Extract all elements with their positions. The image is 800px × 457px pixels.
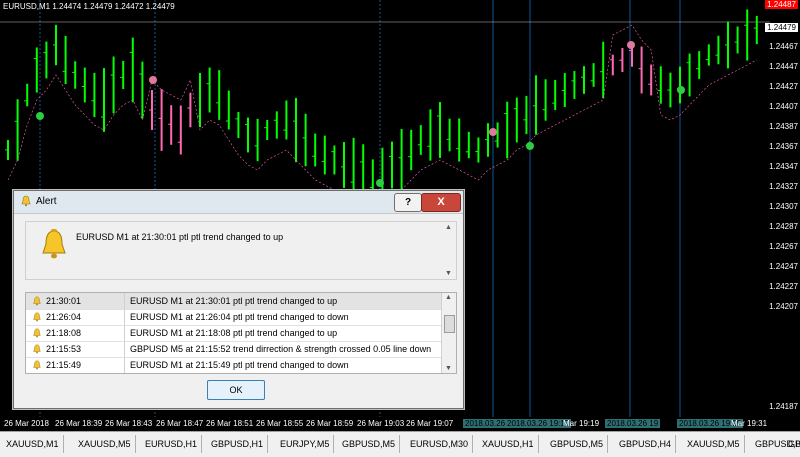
alert-history-list[interactable]: 21:15:49 EURUSD M1 at 21:15:49 ptl ptl tr…: [25, 292, 457, 374]
trend-signal-dot: [489, 128, 497, 136]
bell-icon: [33, 296, 41, 306]
column-divider: [124, 309, 125, 325]
price-label: 1.24227: [769, 282, 798, 291]
price-label: 1.24447: [769, 62, 798, 71]
price-label: 1.24367: [769, 142, 798, 151]
help-button[interactable]: ?: [394, 193, 422, 212]
chart-tab[interactable]: GBPI: [784, 435, 800, 453]
price-label: 1.24307: [769, 202, 798, 211]
chart-tab[interactable]: XAUUSD,M5: [683, 435, 745, 453]
scroll-up-icon[interactable]: ▲: [445, 224, 452, 231]
price-label: 1.24187: [769, 402, 798, 411]
alert-row[interactable]: 21:15:49 EURUSD M1 at 21:15:49 ptl ptl tr…: [26, 357, 442, 373]
time-label: 2018.03.26: [463, 419, 508, 428]
time-label: 26 Mar 18:43: [105, 419, 153, 428]
alert-row-text: EURUSD M1 at 21:30:01 ptl ptl trend chan…: [130, 296, 338, 306]
trend-signal-dot: [36, 112, 44, 120]
time-label: 2018.03.26 19:17: [505, 419, 572, 428]
column-divider: [124, 357, 125, 373]
price-axis: 1.24487 1.24479 1.24467 1.24447 1.24427 1.244…: [765, 0, 800, 417]
trend-signal-dot: [526, 142, 534, 150]
scroll-down-icon[interactable]: ▼: [445, 270, 452, 277]
column-divider: [124, 341, 125, 357]
chart-tab[interactable]: GBPUSD,M5: [546, 435, 609, 453]
trend-signal-dot: [677, 86, 685, 94]
time-label: 26 Mar 18:55: [256, 419, 304, 428]
list-scroll-up-icon[interactable]: ▲: [445, 294, 452, 301]
alert-row-text: EURUSD M1 at 21:26:04 ptl ptl trend chan…: [130, 312, 349, 322]
price-label: 1.24327: [769, 182, 798, 191]
chart-tab[interactable]: EURUSD,M30: [406, 435, 474, 453]
price-label: 1.24387: [769, 122, 798, 131]
time-label: 26 Mar 18:39: [55, 419, 103, 428]
chart-tab[interactable]: GBPUSD,M5: [338, 435, 401, 453]
time-label: 26 Mar 19:03: [357, 419, 405, 428]
list-scrollbar[interactable]: ▲ ▼: [441, 293, 456, 373]
alert-row-text: GBPUSD M5 at 21:15:52 trend dirrection &…: [130, 344, 432, 354]
price-label: 1.24287: [769, 222, 798, 231]
bell-icon: [33, 328, 41, 338]
alert-message-text: EURUSD M1 at 21:30:01 ptl ptl trend chan…: [76, 232, 284, 242]
alert-row[interactable]: 21:26:04 EURUSD M1 at 21:26:04 ptl ptl tr…: [26, 309, 442, 326]
list-scroll-down-icon[interactable]: ▼: [445, 365, 452, 372]
chart-tab[interactable]: XAUUSD,M1: [2, 435, 64, 453]
price-label: 1.24247: [769, 262, 798, 271]
ok-button[interactable]: OK: [207, 380, 265, 400]
trend-signal-dot: [627, 41, 635, 49]
chart-tab[interactable]: EURUSD,H1: [141, 435, 203, 453]
alert-row[interactable]: 21:18:08 EURUSD M1 at 21:18:08 ptl ptl tr…: [26, 325, 442, 342]
alert-row-text: EURUSD M1 at 21:15:49 ptl ptl trend chan…: [130, 360, 349, 370]
chart-symbol-title: EURUSD,M1 1.24474 1.24479 1.24472 1.2447…: [3, 2, 175, 11]
alert-title: Alert: [36, 196, 57, 207]
trend-signal-dot: [149, 76, 157, 84]
close-button[interactable]: X: [421, 193, 461, 212]
time-label: 26 Mar 2018: [4, 419, 49, 428]
list-scroll-thumb[interactable]: [444, 315, 455, 333]
column-divider: [124, 325, 125, 341]
time-axis: 26 Mar 2018 26 Mar 18:39 26 Mar 18:43 26 Ma…: [0, 417, 800, 431]
price-label: 1.24487: [765, 0, 798, 9]
chart-tab[interactable]: GBPUSD,H1: [207, 435, 269, 453]
chart-tab[interactable]: GBPUSD,H4: [615, 435, 677, 453]
price-label: 1.24407: [769, 102, 798, 111]
time-label: 26 Mar 19:07: [406, 419, 454, 428]
alert-row[interactable]: 21:30:01 EURUSD M1 at 21:30:01 ptl ptl tr…: [26, 293, 442, 310]
price-label: 1.24347: [769, 162, 798, 171]
alert-row-time: 21:30:01: [46, 296, 82, 306]
bell-icon: [33, 360, 41, 370]
alert-row-time: 21:15:53: [46, 344, 82, 354]
price-label: 1.24479: [765, 23, 798, 32]
time-label: 26 Mar 18:51: [206, 419, 254, 428]
message-scrollbar[interactable]: ▲ ▼: [442, 222, 456, 279]
time-label: 2018.03.26 19: [605, 419, 661, 428]
alert-row-time: 21:18:08: [46, 328, 82, 338]
alert-row[interactable]: 21:15:53 GBPUSD M5 at 21:15:52 trend dirr…: [26, 341, 442, 358]
alert-row-text: EURUSD M1 at 21:18:08 ptl ptl trend chan…: [130, 328, 338, 338]
price-label: 1.24267: [769, 242, 798, 251]
alert-row-time: 21:15:49: [46, 360, 82, 370]
time-label: Mar 19:19: [563, 419, 600, 428]
alert-titlebar[interactable]: Alert ? X: [14, 191, 463, 214]
chart-tabs-bar: XAUUSD,M1 XAUUSD,M5 EURUSD,H1 GBPUSD,H1 EURJ…: [0, 431, 800, 457]
price-label: 1.24427: [769, 82, 798, 91]
chart-tab[interactable]: XAUUSD,H1: [478, 435, 539, 453]
price-label: 1.24467: [769, 42, 798, 51]
time-label: 26 Mar 18:47: [156, 419, 204, 428]
column-divider: [124, 293, 125, 309]
time-label: Mar 19:31: [731, 419, 768, 428]
large-bell-icon: [42, 229, 66, 259]
alert-dialog: Alert ? X EURUSD M1 at 21:30:01 ptl ptl …: [13, 190, 464, 409]
bell-icon: [33, 312, 41, 322]
chart-tab[interactable]: EURJPY,M5: [276, 435, 335, 453]
chart-tab[interactable]: XAUUSD,M5: [74, 435, 136, 453]
bell-icon: [21, 195, 31, 207]
alert-message-box: EURUSD M1 at 21:30:01 ptl ptl trend chan…: [25, 221, 457, 280]
trend-signal-dot: [376, 179, 384, 187]
alert-row-time: 21:26:04: [46, 312, 82, 322]
time-label: 26 Mar 18:59: [306, 419, 354, 428]
price-label: 1.24207: [769, 302, 798, 311]
bell-icon: [33, 344, 41, 354]
